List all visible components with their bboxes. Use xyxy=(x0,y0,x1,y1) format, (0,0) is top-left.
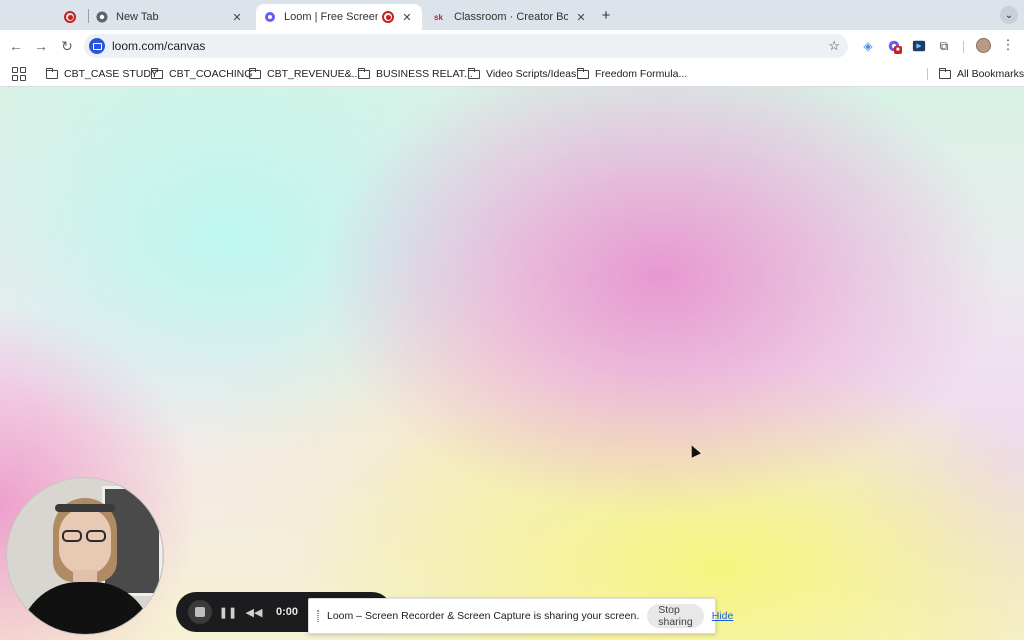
sharing-message: Loom – Screen Recorder & Screen Capture … xyxy=(327,610,640,622)
folder-icon xyxy=(468,67,480,79)
restart-button[interactable]: ◀◀ xyxy=(242,600,266,624)
bookmark-folder[interactable]: BUSINESS RELAT... xyxy=(358,66,473,82)
chrome-menu-icon[interactable]: ⋮ xyxy=(1002,37,1015,53)
folder-icon xyxy=(46,67,58,79)
tab-title: Classroom · Creator Boost Tr xyxy=(454,11,568,23)
extension-icon[interactable]: ◈ xyxy=(860,38,876,54)
recording-timer: 0:00 xyxy=(276,606,299,618)
bookmark-folder[interactable]: CBT_CASE STUDY xyxy=(46,66,158,82)
tab-title: New Tab xyxy=(116,11,159,23)
chrome-icon xyxy=(96,11,108,23)
folder-icon xyxy=(358,67,370,79)
tab-classroom[interactable]: sk Classroom · Creator Boost Tr ✕ xyxy=(426,4,596,30)
toolbar: ← → ↻ loom.com/canvas ☆ ◈ ■ ⧉ ⋮ xyxy=(0,30,1024,61)
screen-sharing-notification: Loom – Screen Recorder & Screen Capture … xyxy=(308,598,733,634)
sk-icon: sk xyxy=(434,12,443,22)
address-bar[interactable]: loom.com/canvas ☆ xyxy=(84,34,848,58)
loom-icon xyxy=(265,12,275,22)
recording-indicator-icon xyxy=(382,11,394,23)
mouse-cursor-icon xyxy=(687,443,701,458)
folder-icon xyxy=(249,67,261,79)
stop-recording-button[interactable] xyxy=(188,600,212,624)
bookmark-label: CBT_REVENUE&... xyxy=(267,68,361,80)
loom-extension-icon[interactable]: ■ xyxy=(886,38,902,54)
bookmark-label: Video Scripts/Ideas xyxy=(486,68,577,80)
bookmark-folder[interactable]: CBT_COACHING xyxy=(151,66,252,82)
bookmark-label: CBT_CASE STUDY xyxy=(64,68,158,80)
tab-loom[interactable]: Loom | Free Screen & Vide ✕ xyxy=(256,4,422,30)
webcam-bubble[interactable] xyxy=(6,477,164,635)
tab-recording[interactable] xyxy=(56,4,86,30)
forward-button[interactable]: → xyxy=(31,36,51,56)
stop-sharing-button[interactable]: Stop sharing xyxy=(647,604,704,628)
close-tab-icon[interactable]: ✕ xyxy=(574,10,588,24)
bookmark-folder[interactable]: Freedom Formula... xyxy=(577,66,687,82)
folder-icon xyxy=(939,67,951,79)
bookmark-star-icon[interactable]: ☆ xyxy=(828,38,840,54)
folder-icon xyxy=(151,67,163,79)
bookmark-label: CBT_COACHING xyxy=(169,68,253,80)
loom-site-icon xyxy=(89,38,105,54)
tab-strip: New Tab ✕ Loom | Free Screen & Vide ✕ sk… xyxy=(0,0,1024,30)
new-tab-button[interactable]: + xyxy=(597,6,615,24)
loom-canvas: ❚❚ ◀◀ 0:00 Loom – Screen Recorder & Scre… xyxy=(0,87,1024,640)
recording-badge: ■ xyxy=(894,46,902,54)
tab-title: Loom | Free Screen & Vide xyxy=(284,11,378,23)
folder-icon xyxy=(577,67,589,79)
screen-extension-icon[interactable] xyxy=(911,38,927,54)
drag-handle-icon[interactable] xyxy=(317,610,319,622)
all-bookmarks-label: All Bookmarks xyxy=(957,68,1024,80)
profile-avatar[interactable] xyxy=(976,38,991,53)
all-bookmarks-button[interactable]: All Bookmarks xyxy=(939,66,1024,82)
close-tab-icon[interactable]: ✕ xyxy=(230,10,244,24)
bookmarks-bar: CBT_CASE STUDY CBT_COACHING CBT_REVENUE&… xyxy=(0,61,1024,87)
extensions-puzzle-icon[interactable]: ⧉ xyxy=(936,38,952,54)
bookmark-label: BUSINESS RELAT... xyxy=(376,68,473,80)
url-text: loom.com/canvas xyxy=(112,39,206,53)
pause-button[interactable]: ❚❚ xyxy=(216,600,240,624)
tab-new-tab[interactable]: New Tab ✕ xyxy=(88,4,252,30)
bookmark-label: Freedom Formula... xyxy=(595,68,688,80)
bookmark-folder[interactable]: CBT_REVENUE&... xyxy=(249,66,360,82)
tab-search-button[interactable]: ⌄ xyxy=(1000,6,1018,24)
bookmark-folder[interactable]: Video Scripts/Ideas xyxy=(468,66,576,82)
close-tab-icon[interactable]: ✕ xyxy=(400,10,414,24)
apps-grid-icon[interactable] xyxy=(12,67,26,81)
back-button[interactable]: ← xyxy=(6,36,26,56)
hide-link[interactable]: Hide xyxy=(712,610,734,622)
reload-button[interactable]: ↻ xyxy=(57,36,77,56)
recording-icon xyxy=(64,11,76,23)
